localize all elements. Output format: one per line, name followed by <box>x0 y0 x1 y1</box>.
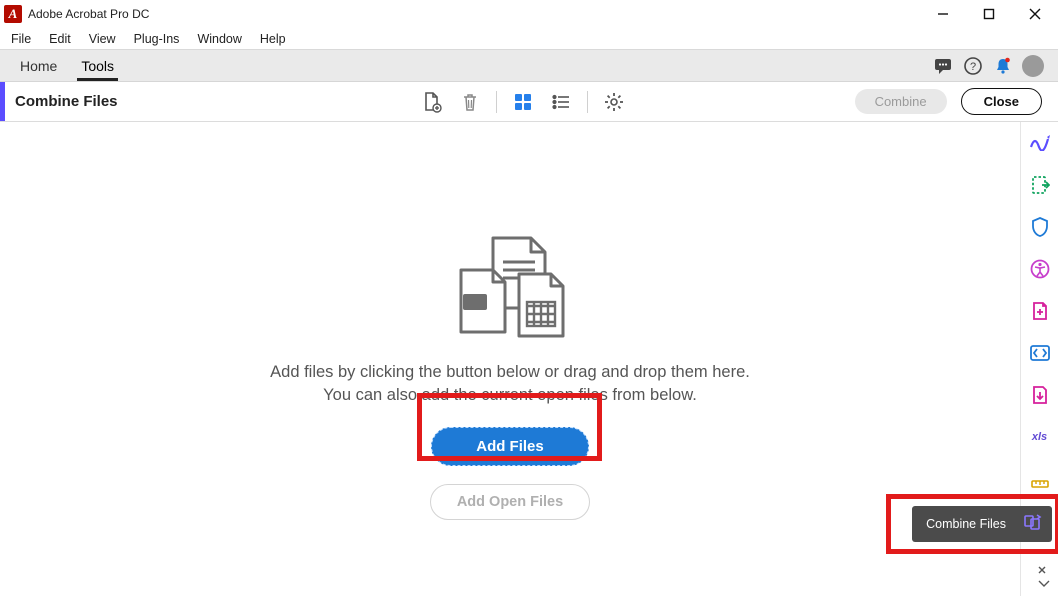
rail-export-xls-icon[interactable]: xls <box>1029 426 1051 448</box>
menu-view[interactable]: View <box>80 29 125 49</box>
add-files-illustration-icon <box>435 232 585 342</box>
empty-state: Add files by clicking the button below o… <box>0 232 1020 520</box>
title-bar: A Adobe Acrobat Pro DC <box>0 0 1058 28</box>
empty-message-line1: Add files by clicking the button below o… <box>0 363 1020 382</box>
thumbnail-view-icon[interactable] <box>511 90 535 114</box>
app-logo: A <box>4 5 22 23</box>
delete-icon[interactable] <box>458 90 482 114</box>
combine-files-flyout[interactable]: Combine Files <box>912 506 1052 542</box>
chat-icon[interactable] <box>928 50 958 81</box>
chevron-down-icon[interactable] <box>1038 580 1050 588</box>
rail-measure-icon[interactable] <box>1029 468 1051 490</box>
nav-tools[interactable]: Tools <box>69 50 126 81</box>
menu-help[interactable]: Help <box>251 29 295 49</box>
divider <box>496 91 497 113</box>
menu-window[interactable]: Window <box>188 29 250 49</box>
add-file-icon[interactable] <box>420 90 444 114</box>
nav-bar: Home Tools ? <box>0 50 1058 82</box>
menu-edit[interactable]: Edit <box>40 29 80 49</box>
rail-export-pdf-icon[interactable] <box>1029 174 1051 196</box>
combine-files-icon <box>1024 513 1042 536</box>
rail-protect-icon[interactable] <box>1029 216 1051 238</box>
tool-accent <box>0 82 5 121</box>
notifications-icon[interactable] <box>988 50 1018 81</box>
window-maximize-button[interactable] <box>966 0 1012 28</box>
tool-title: Combine Files <box>15 93 118 110</box>
avatar[interactable] <box>1022 55 1044 77</box>
menu-bar: File Edit View Plug-Ins Window Help <box>0 28 1058 50</box>
rail-accessibility-icon[interactable] <box>1029 258 1051 280</box>
add-open-files-button[interactable]: Add Open Files <box>430 484 590 520</box>
app-title: Adobe Acrobat Pro DC <box>28 7 149 21</box>
work-area: Add files by clicking the button below o… <box>0 122 1020 596</box>
rail-rich-media-icon[interactable] <box>1029 342 1051 364</box>
window-close-button[interactable] <box>1012 0 1058 28</box>
menu-plugins[interactable]: Plug-Ins <box>125 29 189 49</box>
settings-icon[interactable] <box>602 90 626 114</box>
rail-edit-pdf-icon[interactable] <box>1029 132 1051 154</box>
rail-scroll-arrows[interactable] <box>1038 566 1050 588</box>
divider <box>587 91 588 113</box>
flyout-label: Combine Files <box>926 517 1006 531</box>
empty-message-line2: You can also add the current open files … <box>0 386 1020 405</box>
rail-organize-pages-icon[interactable] <box>1029 384 1051 406</box>
close-tool-button[interactable]: Close <box>961 88 1042 115</box>
menu-file[interactable]: File <box>2 29 40 49</box>
close-rail-icon[interactable] <box>1038 566 1050 574</box>
add-files-button[interactable]: Add Files <box>431 427 589 466</box>
window-minimize-button[interactable] <box>920 0 966 28</box>
combine-button[interactable]: Combine <box>855 89 947 114</box>
svg-text:?: ? <box>970 61 976 73</box>
list-view-icon[interactable] <box>549 90 573 114</box>
help-icon[interactable]: ? <box>958 50 988 81</box>
tool-header: Combine Files <box>0 82 1058 122</box>
rail-create-pdf-icon[interactable] <box>1029 300 1051 322</box>
nav-home[interactable]: Home <box>8 50 69 81</box>
